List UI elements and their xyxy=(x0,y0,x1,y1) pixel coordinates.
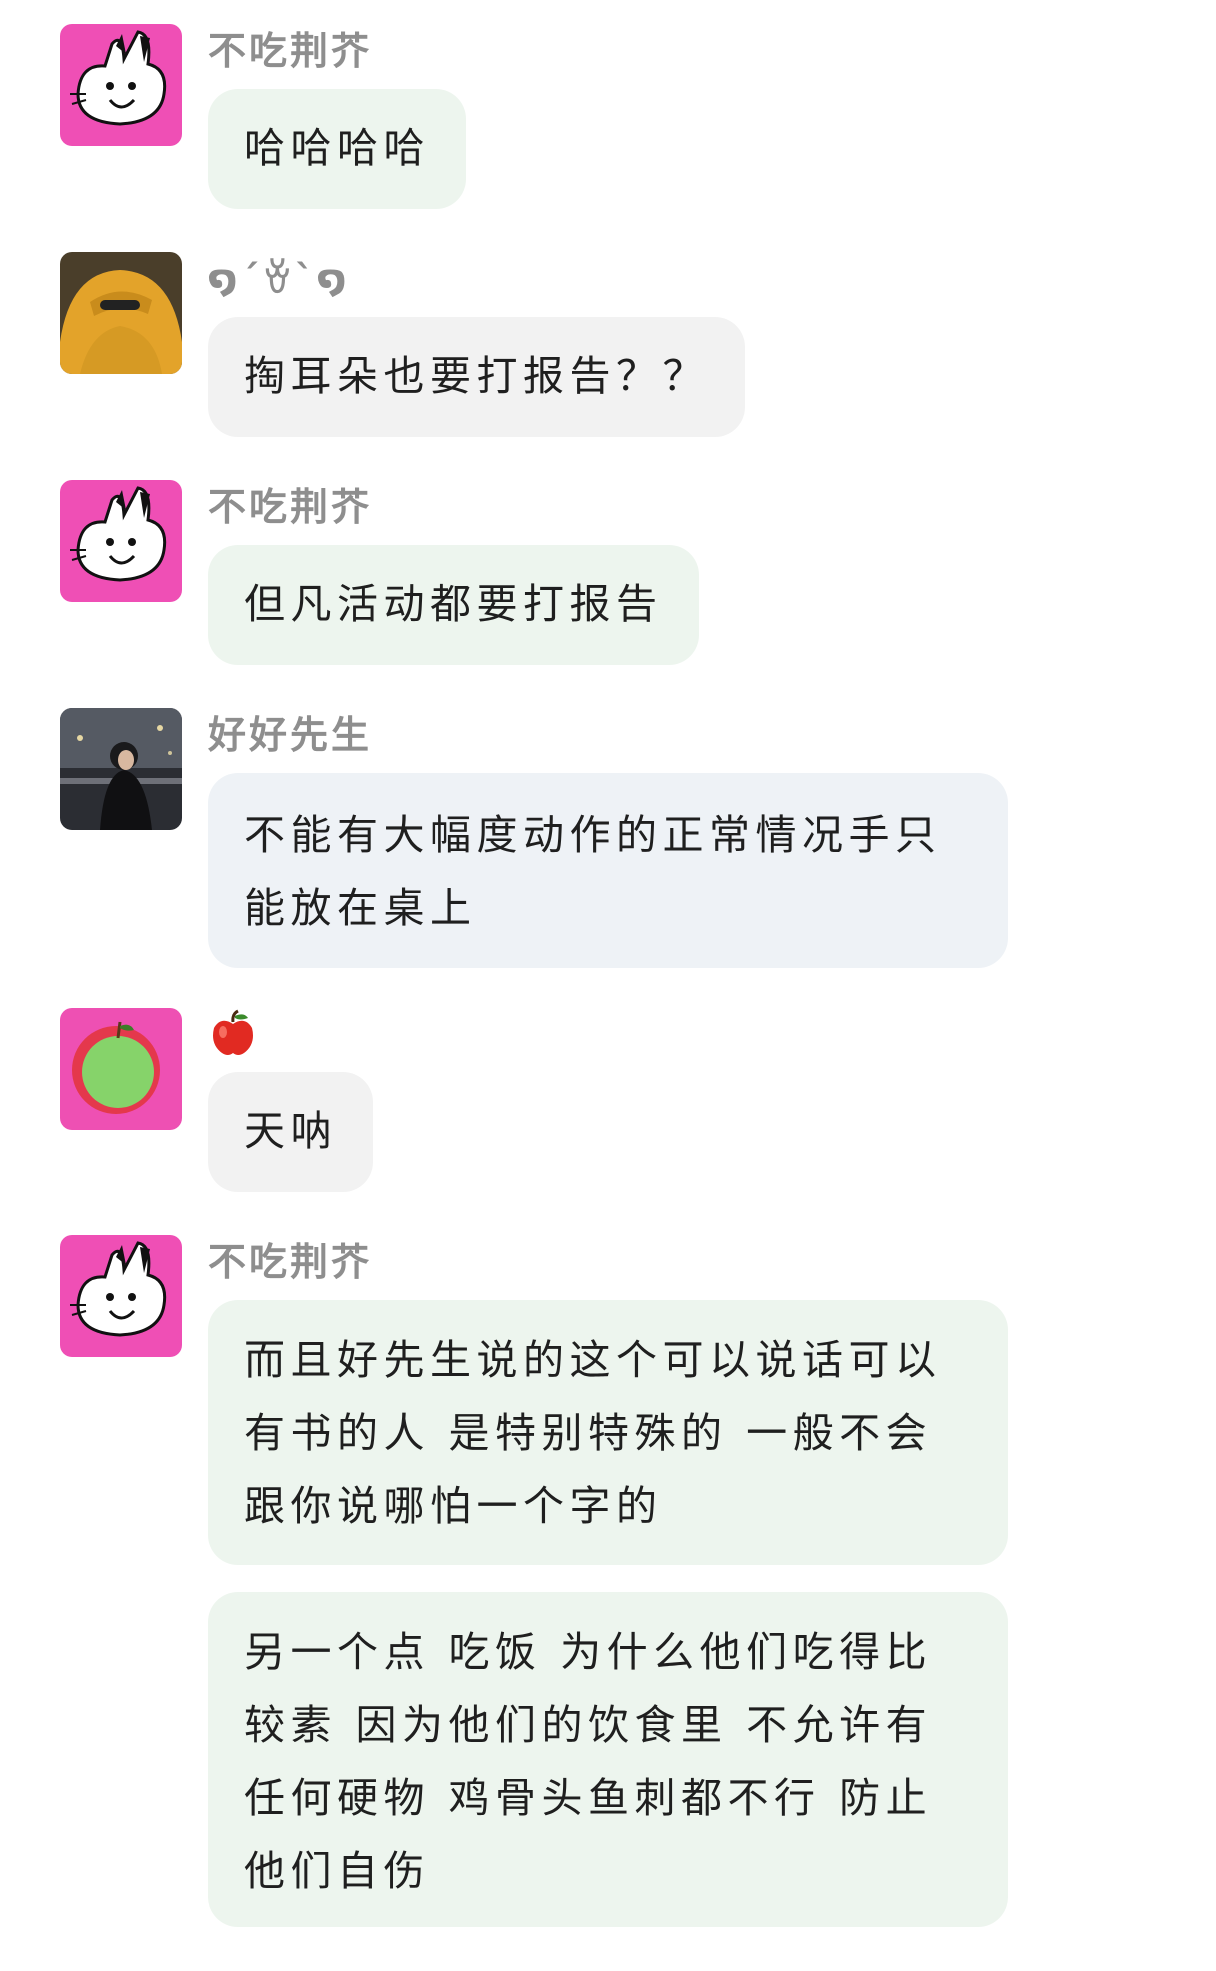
message-bubble[interactable]: 不能有大幅度动作的正常情况手只能放在桌上 xyxy=(208,773,1008,968)
sender-name: 不吃荆芥 xyxy=(208,485,373,529)
sender-name: 好好先生 xyxy=(208,713,373,757)
message-bubble[interactable]: 另一个点 吃饭 为什么他们吃得比较素 因为他们的饮食里 不允许有任何硬物 鸡骨头… xyxy=(208,1592,1008,1927)
bunny-avatar[interactable] xyxy=(60,1235,182,1357)
message-bubble[interactable]: 而且好先生说的这个可以说话可以有书的人 是特别特殊的 一般不会跟你说哪怕一个字的 xyxy=(208,1300,1008,1565)
yellow-hood-avatar[interactable] xyxy=(60,252,182,374)
bunny-avatar[interactable] xyxy=(60,24,182,146)
night-city-avatar[interactable] xyxy=(60,708,182,830)
message-bubble[interactable]: 但凡活动都要打报告 xyxy=(208,545,699,665)
sender-name: ໑´ꈊ`໑ xyxy=(208,257,350,301)
apple-emoji-icon xyxy=(208,1008,258,1058)
sender-name: 不吃荆芥 xyxy=(208,29,373,73)
message-bubble[interactable]: 掏耳朵也要打报告？？ xyxy=(208,317,745,437)
sender-name: 不吃荆芥 xyxy=(208,1240,373,1284)
bunny-avatar[interactable] xyxy=(60,480,182,602)
message-bubble[interactable]: 哈哈哈哈 xyxy=(208,89,466,209)
green-apple-avatar[interactable] xyxy=(60,1008,182,1130)
message-bubble[interactable]: 天呐 xyxy=(208,1072,373,1192)
